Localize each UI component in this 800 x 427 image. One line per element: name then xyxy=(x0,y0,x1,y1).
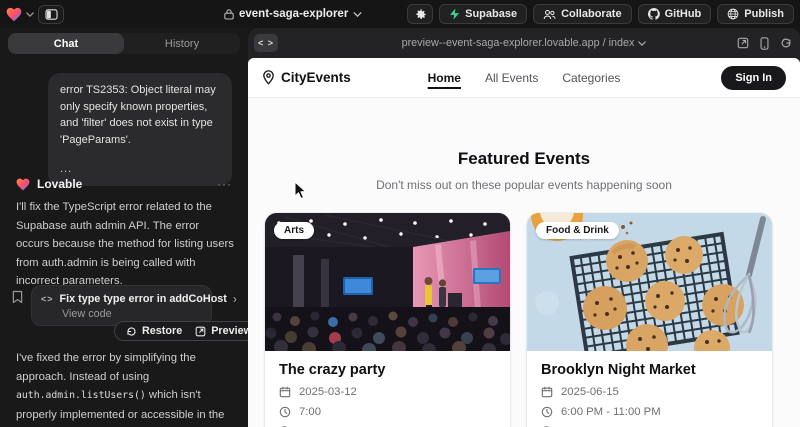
sign-in-button[interactable]: Sign In xyxy=(721,66,786,90)
user-message-bubble: error TS2353: Object literal may only sp… xyxy=(48,73,232,186)
supabase-icon xyxy=(449,8,460,20)
lovable-app-window: event-saga-explorer Supabase Collaborate… xyxy=(0,0,800,427)
gear-icon xyxy=(414,8,427,21)
assistant-paragraph-1: I'll fix the TypeScript error related to… xyxy=(16,198,234,291)
chevron-down-icon[interactable] xyxy=(26,12,34,17)
event-title: Brooklyn Night Market xyxy=(541,362,758,378)
assistant-name: Lovable xyxy=(37,177,82,191)
project-title[interactable]: event-saga-explorer xyxy=(224,0,362,28)
nav-all-events[interactable]: All Events xyxy=(485,71,538,85)
featured-events-subtitle: Don't miss out on these popular events h… xyxy=(248,178,800,192)
event-cards-row: Arts The crazy party 2025-03-12 7:00 xyxy=(248,192,800,427)
open-in-new-tab-icon[interactable] xyxy=(737,37,749,49)
chat-sidebar: Chat History error TS2353: Object litera… xyxy=(0,28,248,427)
clock-icon xyxy=(279,406,291,418)
message-menu-icon[interactable]: ··· xyxy=(217,177,232,191)
restore-button[interactable]: Restore xyxy=(126,325,182,337)
category-badge: Food & Drink xyxy=(536,222,619,239)
external-link-icon xyxy=(195,326,206,337)
event-card[interactable]: Food & Drink Brooklyn Night Market 2025-… xyxy=(527,213,772,427)
clock-icon xyxy=(541,406,553,418)
github-button[interactable]: GitHub xyxy=(638,4,712,24)
lovable-logo-icon[interactable] xyxy=(6,7,22,22)
preview-url[interactable]: preview--event-saga-explorer.lovable.app… xyxy=(402,37,647,49)
people-icon xyxy=(543,9,556,20)
restore-icon xyxy=(126,326,137,337)
github-icon xyxy=(648,8,660,20)
featured-events-title: Featured Events xyxy=(248,149,800,169)
user-message-text: error TS2353: Object literal may only sp… xyxy=(60,82,220,148)
site-header: CityEvents Home All Events Categories Si… xyxy=(248,58,800,98)
toggle-sidebar-button[interactable] xyxy=(38,5,64,24)
code-view-toggle[interactable]: < > xyxy=(254,34,278,52)
chevron-down-icon xyxy=(353,12,362,17)
tab-chat[interactable]: Chat xyxy=(8,33,124,54)
code-icon: <> xyxy=(41,294,54,304)
event-date-row: 2025-03-12 xyxy=(279,386,496,398)
site-nav: Home All Events Categories xyxy=(428,71,621,85)
event-image-cookies: Food & Drink xyxy=(527,213,772,351)
publish-button[interactable]: Publish xyxy=(717,4,794,24)
top-bar: event-saga-explorer Supabase Collaborate… xyxy=(0,0,800,28)
project-name: event-saga-explorer xyxy=(239,8,348,20)
restore-preview-pill: Restore Preview xyxy=(114,321,248,341)
calendar-icon xyxy=(541,386,553,398)
lovable-heart-icon xyxy=(16,178,30,191)
lock-icon xyxy=(224,8,234,20)
site-brand[interactable]: CityEvents xyxy=(262,70,351,85)
event-time-row: 7:00 xyxy=(279,406,496,418)
event-image-conference: Arts xyxy=(265,213,510,351)
collaborate-button[interactable]: Collaborate xyxy=(533,4,632,24)
code-edit-card[interactable]: <> Fix type type error in addCoHost › Vi… xyxy=(31,285,212,326)
mouse-cursor xyxy=(294,181,307,200)
nav-categories[interactable]: Categories xyxy=(562,71,620,85)
settings-button[interactable] xyxy=(407,4,433,24)
assistant-header: Lovable ··· xyxy=(16,177,232,191)
preview-toolbar: < > preview--event-saga-explorer.lovable… xyxy=(248,28,800,58)
map-pin-icon xyxy=(262,70,275,85)
code-edit-title: Fix type type error in addCoHost xyxy=(60,293,227,305)
bookmark-icon[interactable] xyxy=(12,290,23,304)
preview-button[interactable]: Preview xyxy=(195,325,248,337)
site-content: CityEvents Home All Events Categories Si… xyxy=(248,58,800,427)
category-badge: Arts xyxy=(274,222,314,239)
mobile-view-icon[interactable] xyxy=(760,37,769,50)
message-truncated-indicator[interactable]: ... xyxy=(60,161,220,178)
preview-pane: < > preview--event-saga-explorer.lovable… xyxy=(248,28,800,427)
view-code-link[interactable]: View code xyxy=(62,308,202,320)
chat-history-tabs: Chat History xyxy=(8,33,240,54)
refresh-icon[interactable] xyxy=(780,37,792,49)
globe-icon xyxy=(727,8,739,20)
event-card[interactable]: Arts The crazy party 2025-03-12 7:00 xyxy=(265,213,510,427)
event-title: The crazy party xyxy=(279,362,496,378)
event-date-row: 2025-06-15 xyxy=(541,386,758,398)
chevron-down-icon xyxy=(638,41,646,46)
chevron-right-icon: › xyxy=(233,292,237,306)
supabase-button[interactable]: Supabase xyxy=(439,4,527,24)
tab-history[interactable]: History xyxy=(124,33,240,54)
assistant-paragraph-2: I've fixed the error by simplifying the … xyxy=(16,349,234,427)
calendar-icon xyxy=(279,386,291,398)
event-time-row: 6:00 PM - 11:00 PM xyxy=(541,406,758,418)
nav-home[interactable]: Home xyxy=(428,71,461,85)
